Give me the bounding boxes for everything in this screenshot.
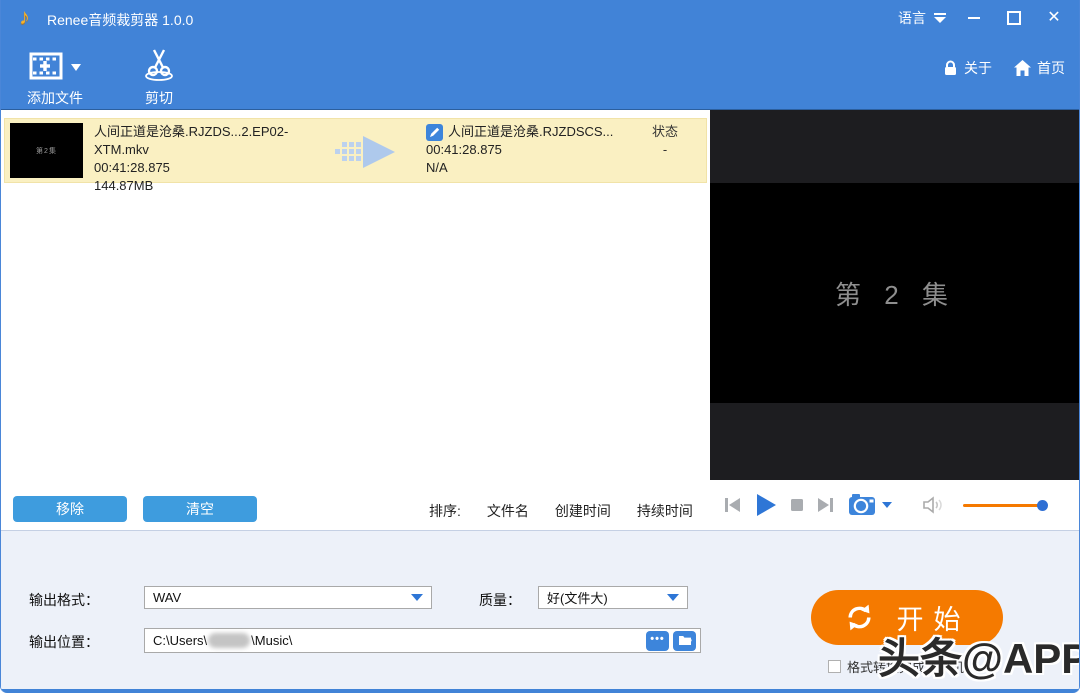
thumbnail-text: 第2集 — [36, 147, 57, 155]
close-button[interactable]: ✕ — [1041, 6, 1067, 30]
status-value: - — [662, 142, 668, 157]
cut-icon — [145, 49, 173, 81]
source-size: 144.87MB — [94, 178, 154, 193]
titlebar: ♪ Renee音频裁剪器 1.0.0 语言 ✕ — [1, 0, 1079, 36]
source-file-info: 人间正道是沧桑.RJZDS...2.EP02-XTM.mkv 00:41:28.… — [94, 123, 334, 195]
edit-icon[interactable] — [426, 123, 443, 141]
output-format-select[interactable]: WAV — [144, 586, 432, 609]
add-file-button[interactable]: 添加文件 — [17, 42, 93, 108]
maximize-icon — [1007, 11, 1021, 25]
app-title: Renee音频裁剪器 1.0.0 — [47, 12, 194, 28]
language-dropdown-icon — [934, 13, 946, 23]
play-button[interactable] — [755, 493, 777, 517]
volume-slider-thumb[interactable] — [1037, 499, 1048, 511]
output-location-field[interactable]: C:\Users\ \Music\ ••• — [144, 628, 701, 653]
stop-button[interactable] — [791, 499, 803, 511]
file-list-row[interactable]: 第2集 人间正道是沧桑.RJZDS...2.EP02-XTM.mkv 00:41… — [4, 118, 707, 193]
clear-button[interactable]: 清空 — [143, 496, 257, 522]
add-file-label: 添加文件 — [27, 90, 83, 106]
next-frame-icon — [818, 498, 833, 512]
output-file-info: 人间正道是沧桑.RJZDSCS... 00:41:28.875 N/A — [426, 123, 626, 177]
preview-panel: 第 2 集 — [710, 110, 1079, 530]
minimize-icon — [968, 17, 980, 19]
open-folder-icon — [678, 636, 692, 645]
main-area: 第2集 人间正道是沧桑.RJZDS...2.EP02-XTM.mkv 00:41… — [1, 110, 1079, 530]
header: ♪ Renee音频裁剪器 1.0.0 语言 ✕ 添加文件 剪切 关于 首页 — [1, 0, 1079, 110]
maximize-button[interactable] — [1001, 6, 1027, 30]
open-folder-button[interactable] — [673, 630, 696, 651]
source-duration: 00:41:28.875 — [94, 160, 170, 175]
output-format-value: WAV — [153, 590, 182, 605]
redacted-username — [208, 633, 251, 648]
titlebar-controls: 语言 ✕ — [898, 0, 1067, 36]
language-label: 语言 — [898, 10, 926, 26]
output-duration: 00:41:28.875 — [426, 142, 502, 157]
minimize-button[interactable] — [961, 6, 987, 30]
status-label: 状态 — [651, 124, 678, 139]
snapshot-caret-icon — [882, 502, 892, 513]
add-file-caret-icon — [70, 64, 81, 71]
home-icon — [1014, 60, 1031, 76]
play-icon — [757, 494, 776, 516]
volume-slider[interactable] — [963, 499, 1048, 511]
source-filename: 人间正道是沧桑.RJZDS...2.EP02-XTM.mkv — [94, 124, 289, 157]
sort-label: 排序: — [429, 503, 461, 519]
header-links: 关于 首页 — [943, 58, 1065, 78]
quality-value: 好(文件大) — [547, 591, 608, 606]
browse-button[interactable]: ••• — [646, 630, 669, 651]
shutdown-checkbox[interactable] — [828, 660, 841, 673]
video-preview[interactable]: 第 2 集 — [710, 110, 1079, 480]
status-column: 状态 - — [635, 123, 695, 159]
cut-label: 剪切 — [145, 90, 173, 106]
watermark: 头条@APP猿 — [878, 635, 1079, 682]
about-link[interactable]: 关于 — [943, 58, 992, 78]
output-format-label: 输出格式： — [29, 592, 99, 608]
prev-frame-icon — [725, 498, 740, 512]
file-list-panel: 第2集 人间正道是沧桑.RJZDS...2.EP02-XTM.mkv 00:41… — [1, 110, 710, 530]
prev-frame-button[interactable] — [724, 497, 741, 513]
video-overlay-text: 第 2 集 — [835, 279, 956, 310]
output-location-value: C:\Users\ \Music\ — [153, 633, 293, 648]
add-file-icon — [29, 52, 62, 80]
snapshot-camera-icon — [849, 494, 875, 515]
player-controls — [710, 480, 1079, 530]
video-frame: 第 2 集 — [710, 183, 1079, 403]
app-window: ♪ Renee音频裁剪器 1.0.0 语言 ✕ 添加文件 剪切 关于 首页 第2… — [0, 0, 1080, 693]
sort-bar: 排序: 文件名 创建时间 持续时间 — [429, 501, 693, 521]
snapshot-button[interactable] — [848, 493, 892, 517]
output-location-label: 输出位置： — [29, 634, 99, 650]
format-caret-icon — [411, 594, 423, 607]
volume-button[interactable] — [922, 496, 945, 514]
quality-label: 质量： — [479, 592, 521, 608]
language-menu[interactable]: 语言 — [898, 8, 947, 28]
sort-by-filename[interactable]: 文件名 — [487, 501, 529, 521]
output-size: N/A — [426, 160, 448, 175]
stop-icon — [791, 499, 803, 511]
app-logo-icon: ♪ — [19, 4, 30, 29]
quality-select[interactable]: 好(文件大) — [538, 586, 688, 609]
video-thumbnail: 第2集 — [10, 123, 83, 178]
start-refresh-icon — [847, 604, 871, 631]
next-frame-button[interactable] — [817, 497, 834, 513]
close-icon: ✕ — [1047, 9, 1061, 26]
home-link[interactable]: 首页 — [1014, 58, 1065, 78]
transfer-arrow-icon — [335, 134, 397, 175]
output-filename: 人间正道是沧桑.RJZDSCS... — [448, 124, 614, 139]
about-label: 关于 — [964, 60, 992, 76]
window-bottom-border — [1, 689, 1079, 693]
browse-icon: ••• — [650, 632, 665, 645]
cut-button[interactable]: 剪切 — [129, 42, 189, 108]
sort-by-created[interactable]: 创建时间 — [555, 501, 611, 521]
about-lock-icon — [945, 60, 956, 75]
home-label: 首页 — [1037, 60, 1065, 76]
remove-button[interactable]: 移除 — [13, 496, 127, 522]
sort-by-duration[interactable]: 持续时间 — [637, 501, 693, 521]
volume-speaker-icon — [923, 496, 942, 514]
quality-caret-icon — [667, 594, 679, 607]
